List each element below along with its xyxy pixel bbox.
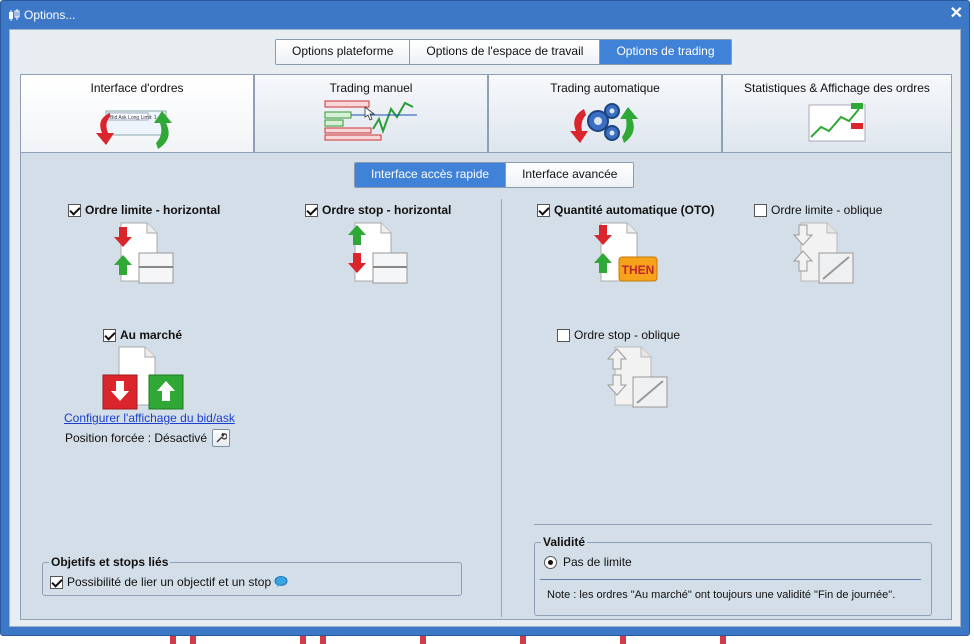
stop-horizontal-checkbox[interactable] (305, 203, 318, 217)
link-target-stop-checkbox[interactable] (50, 575, 63, 589)
forced-position-label: Position forcée : Désactivé (65, 431, 208, 445)
statistics-display-icon (808, 103, 866, 142)
option-label: Quantité automatique (OTO) (554, 203, 715, 217)
option-label: Au marché (120, 328, 183, 342)
tab-platform-options[interactable]: Options plateforme (276, 40, 411, 64)
tab-statistics-display[interactable]: Statistiques & Affichage des ordres (722, 74, 952, 153)
stop-order-horizontal-icon (348, 222, 408, 284)
options-window: Options... ✕ Options plateforme Options … (0, 0, 970, 636)
manual-trading-icon (324, 100, 417, 141)
tab-label: Trading automatique (550, 81, 660, 95)
tab-automatic-trading[interactable]: Trading automatique (488, 74, 722, 153)
separator-line (534, 524, 932, 525)
forced-position-row: Position forcée : Désactivé (65, 429, 231, 447)
oto-then-icon: THEN (594, 222, 658, 282)
tab-workspace-options[interactable]: Options de l'espace de travail (410, 40, 601, 64)
limit-horizontal-option[interactable]: Ordre limite - horizontal (68, 203, 220, 217)
market-option[interactable]: Au marché (103, 328, 182, 342)
group-title: Validité (541, 535, 588, 549)
window-title: Options... (24, 8, 76, 22)
info-bubble-icon[interactable] (274, 576, 288, 588)
no-limit-option[interactable]: Pas de limite (544, 555, 632, 569)
auto-quantity-option[interactable]: Quantité automatique (OTO) (537, 203, 714, 217)
option-label: Ordre limite - horizontal (85, 203, 221, 217)
column-divider (501, 199, 502, 617)
tab-quick-access[interactable]: Interface accès rapide (355, 163, 507, 187)
tab-order-interface[interactable]: Interface d'ordres Bid Ask Long Limit: 1 (20, 74, 254, 154)
order-interface-panel: Interface accès rapide Interface avancée… (20, 152, 952, 620)
preview-text: Bid Ask Long Limit: 1 (110, 115, 157, 121)
stop-oblique-option[interactable]: Ordre stop - oblique (557, 328, 680, 342)
no-limit-radio[interactable] (544, 555, 557, 569)
tab-manual-trading[interactable]: Trading manuel (254, 74, 488, 153)
stop-order-oblique-icon (606, 346, 668, 408)
market-order-icon (102, 346, 184, 410)
candlestick-app-icon (9, 9, 20, 21)
tab-advanced-interface[interactable]: Interface avancée (506, 163, 634, 187)
option-label: Ordre stop - oblique (574, 328, 681, 342)
stop-oblique-checkbox[interactable] (557, 328, 570, 342)
validity-group: Validité Pas de limite Note : les ordres… (534, 535, 932, 616)
order-interface-icon: Bid Ask Long Limit: 1 (96, 110, 172, 149)
tab-label: Statistiques & Affichage des ordres (744, 81, 930, 95)
sub-tab-bar: Interface accès rapide Interface avancée (354, 162, 635, 188)
then-badge: THEN (622, 263, 655, 277)
limit-oblique-option[interactable]: Ordre limite - oblique (754, 203, 882, 217)
automatic-trading-icon (570, 103, 638, 143)
validity-note: Note : les ordres "Au marché" ont toujou… (547, 589, 896, 601)
main-tab-bar: Interface d'ordres Bid Ask Long Limit: 1… (20, 74, 952, 154)
market-checkbox[interactable] (103, 328, 116, 342)
group-title: Objetifs et stops liés (49, 555, 171, 569)
stop-horizontal-option[interactable]: Ordre stop - horizontal (305, 203, 451, 217)
tab-label: Interface d'ordres (90, 81, 184, 95)
option-label: Ordre limite - oblique (771, 203, 883, 217)
title-bar[interactable]: Options... (1, 1, 969, 29)
configure-bid-ask-link[interactable]: Configurer l'affichage du bid/ask (64, 411, 235, 425)
auto-quantity-checkbox[interactable] (537, 203, 550, 217)
close-icon[interactable]: ✕ (950, 5, 963, 23)
limit-order-oblique-icon (792, 222, 854, 284)
wrench-icon[interactable] (212, 429, 231, 447)
separator-line (540, 579, 921, 580)
option-label: Ordre stop - horizontal (322, 203, 452, 217)
option-label: Possibilité de lier un objectif et un st… (67, 575, 272, 589)
limit-order-horizontal-icon (114, 222, 174, 284)
tab-trading-options[interactable]: Options de trading (600, 40, 731, 64)
dialog-body: Options plateforme Options de l'espace d… (9, 29, 961, 627)
option-label: Pas de limite (563, 555, 632, 569)
limit-oblique-checkbox[interactable] (754, 203, 767, 217)
top-tab-bar: Options plateforme Options de l'espace d… (275, 39, 732, 65)
link-target-stop-option[interactable]: Possibilité de lier un objectif et un st… (50, 575, 288, 589)
linked-targets-group: Objetifs et stops liés Possibilité de li… (42, 555, 462, 596)
limit-horizontal-checkbox[interactable] (68, 203, 81, 217)
tab-label: Trading manuel (329, 81, 413, 95)
